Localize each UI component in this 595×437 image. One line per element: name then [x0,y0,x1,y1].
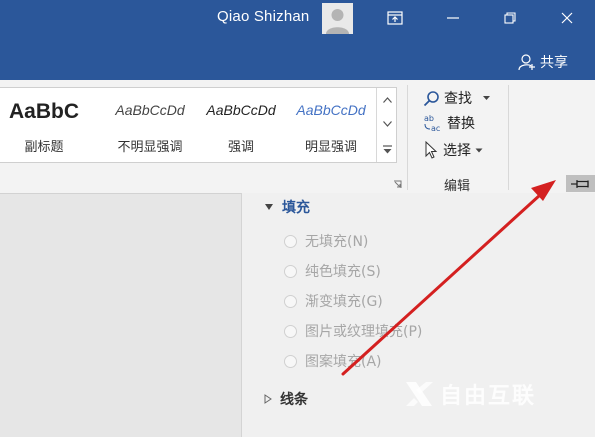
cursor-arrow-icon [425,141,438,159]
ribbon-display-icon [387,11,403,25]
fill-section-header[interactable]: 填充 [264,197,310,217]
user-name[interactable]: Qiao Shizhan [217,8,309,25]
fill-option-picture[interactable]: 图片或纹理填充(P) [284,321,422,341]
radio-button[interactable] [284,264,297,278]
add-person-icon [518,54,535,71]
chevron-down-icon [483,96,490,100]
svg-text:ac: ac [431,124,440,133]
more-icon [382,144,392,153]
style-label: 明显强调 [304,140,357,155]
watermark-logo-icon [406,382,433,406]
styles-scroll-up-button[interactable] [377,88,396,112]
line-heading: 线条 [280,392,308,408]
fill-option-label: 图片或纹理填充(P) [305,324,423,340]
style-sample: AaBbCcDd [296,102,366,118]
minimize-button[interactable] [438,3,468,33]
replace-icon: ab ac [424,114,440,133]
style-emphasis[interactable]: AaBbCcDd 强调 [195,88,287,162]
radio-button[interactable] [284,354,297,368]
caret-down-icon [382,121,392,127]
close-button[interactable] [552,3,582,33]
ribbon-separator [508,85,509,190]
radio-button[interactable] [284,234,297,248]
find-button[interactable]: 查找 [423,88,491,108]
minimize-icon [447,17,459,19]
style-subtle-emphasis[interactable]: AaBbCcDd 不明显强调 [100,88,200,162]
find-label: 查找 [444,91,472,107]
styles-scroll-down-button[interactable] [377,112,396,136]
avatar[interactable] [322,3,353,34]
expanded-triangle-icon [265,204,273,210]
styles-more-button[interactable] [377,137,396,161]
fill-option-solid[interactable]: 纯色填充(S) [284,261,381,281]
fill-option-label: 纯色填充(S) [305,264,381,280]
ribbon-display-options-button[interactable] [380,3,410,33]
watermark-text: 自由互联 [440,384,537,409]
style-intense-emphasis[interactable]: AaBbCcDd 明显强调 [287,88,375,162]
fill-option-pattern[interactable]: 图案填充(A) [284,351,382,371]
chevron-down-icon [475,148,483,152]
ribbon: AaBbC 副标题 AaBbCcDd 不明显强调 AaBbCcDd 强调 AaB… [0,80,595,194]
line-section-header[interactable]: 线条 [264,389,308,409]
fill-option-gradient[interactable]: 渐变填充(G) [284,291,383,311]
watermark: 自由互联 [404,378,536,410]
collapsed-triangle-icon [264,394,272,404]
ribbon-separator [407,85,408,190]
select-label: 选择 [443,143,471,159]
style-label: 强调 [227,140,254,155]
share-label: 共享 [540,55,568,71]
styles-scroll [376,88,396,162]
replace-button[interactable]: ab ac 替换 [423,113,475,133]
caret-up-icon [382,97,392,103]
styles-gallery: AaBbC 副标题 AaBbCcDd 不明显强调 AaBbCcDd 强调 AaB… [0,87,397,163]
select-button[interactable]: 选择 [423,140,483,160]
styles-dialog-launcher[interactable] [393,180,402,192]
title-bar: Qiao Shizhan 共享 [0,0,595,80]
editing-group-label: 编辑 [444,179,471,194]
radio-button[interactable] [284,294,297,308]
search-icon [423,90,439,106]
person-icon [326,9,349,34]
style-sample: AaBbCcDd [206,102,276,118]
replace-label: 替换 [447,116,475,132]
dialog-launcher-icon [394,180,402,188]
radio-button[interactable] [284,324,297,338]
style-subtitle[interactable]: AaBbC 副标题 [0,88,100,162]
style-label: 不明显强调 [117,140,183,155]
fill-heading: 填充 [282,200,310,216]
close-icon [561,12,573,24]
pin-icon [570,179,589,188]
style-sample: AaBbC [8,100,79,123]
fill-option-label: 无填充(N) [305,234,369,250]
style-label: 副标题 [24,140,64,155]
fill-option-label: 图案填充(A) [305,354,382,370]
style-sample: AaBbCcDd [115,102,185,118]
svg-text:ab: ab [424,114,434,123]
share-button[interactable]: 共享 [518,52,568,72]
restore-icon [504,12,516,24]
restore-button[interactable] [495,3,525,33]
fill-option-none[interactable]: 无填充(N) [284,231,368,251]
pin-ribbon-button[interactable] [566,175,595,192]
fill-option-label: 渐变填充(G) [305,294,383,310]
